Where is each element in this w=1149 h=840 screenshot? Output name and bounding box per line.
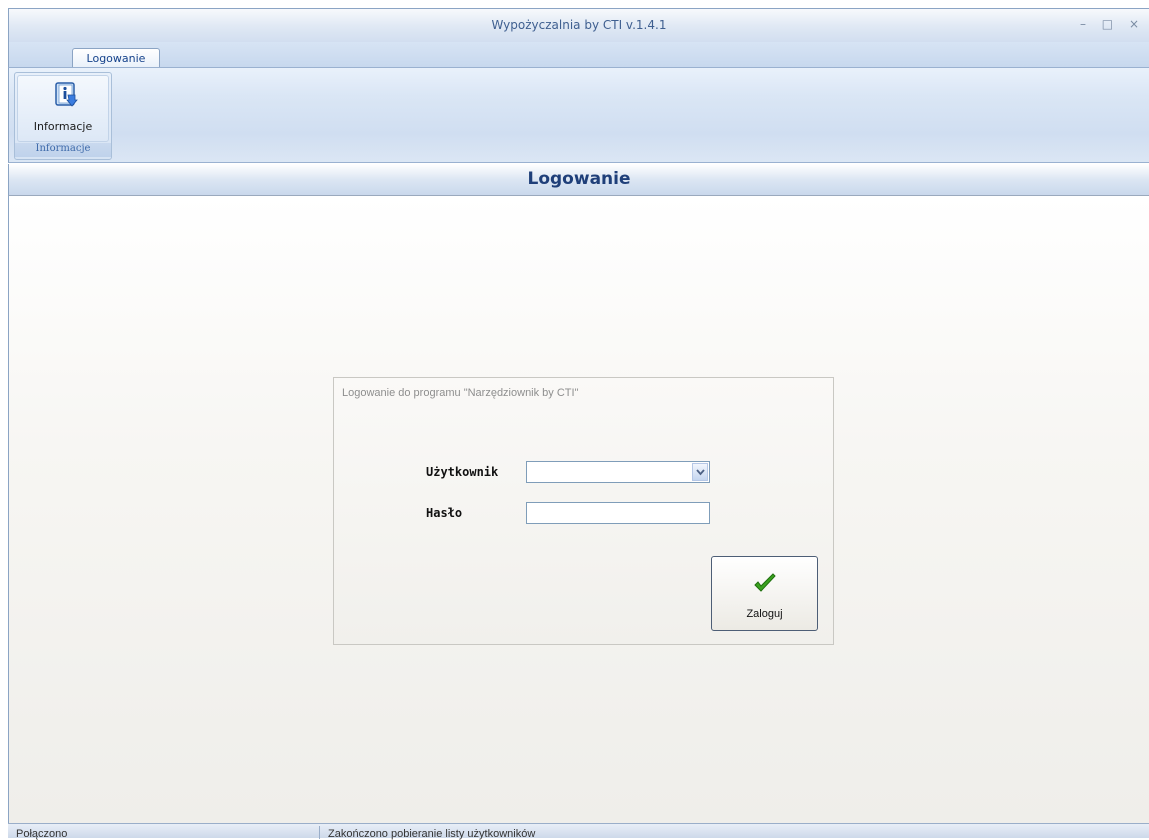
login-panel-caption: Logowanie do programu "Narzędziownik by … (342, 387, 579, 399)
close-button[interactable]: × (1129, 17, 1145, 31)
title-bar: Wypożyczalnia by CTI v.1.4.1 – □ × (8, 8, 1149, 42)
informacje-button-label: Informacje (33, 120, 93, 133)
main-area: Logowanie do programu "Narzędziownik by … (8, 196, 1149, 823)
maximize-button[interactable]: □ (1102, 17, 1119, 31)
ribbon-group-informacje: Informacje Informacje (14, 72, 112, 160)
tab-logowanie[interactable]: Logowanie (72, 48, 160, 68)
status-message: Zakończono pobieranie listy użytkowników (328, 828, 536, 840)
informacje-button[interactable]: Informacje (17, 75, 109, 142)
login-button-label: Zaloguj (746, 608, 783, 620)
password-label: Hasło (426, 506, 463, 520)
dropdown-button[interactable] (692, 463, 708, 481)
window-title: Wypożyczalnia by CTI v.1.4.1 (491, 18, 667, 32)
connection-status: Połączono (16, 828, 68, 840)
green-check-icon (753, 573, 777, 598)
user-select[interactable] (526, 461, 710, 483)
window-controls: – □ × (1080, 17, 1145, 31)
login-button[interactable]: Zaloguj (711, 556, 818, 631)
password-field[interactable] (526, 502, 710, 524)
ribbon-group-label: Informacje (15, 143, 111, 157)
page-title: Logowanie (527, 169, 631, 189)
login-panel: Logowanie do programu "Narzędziownik by … (333, 377, 834, 645)
info-book-icon (54, 82, 78, 108)
page-header: Logowanie (8, 164, 1149, 196)
ribbon-tabs: Logowanie (8, 42, 1149, 68)
minimize-button[interactable]: – (1080, 17, 1092, 31)
status-separator (319, 826, 320, 839)
status-bar: Połączono Zakończono pobieranie listy uż… (8, 823, 1149, 840)
ribbon: Informacje Informacje (8, 67, 1149, 163)
user-label: Użytkownik (426, 465, 499, 479)
